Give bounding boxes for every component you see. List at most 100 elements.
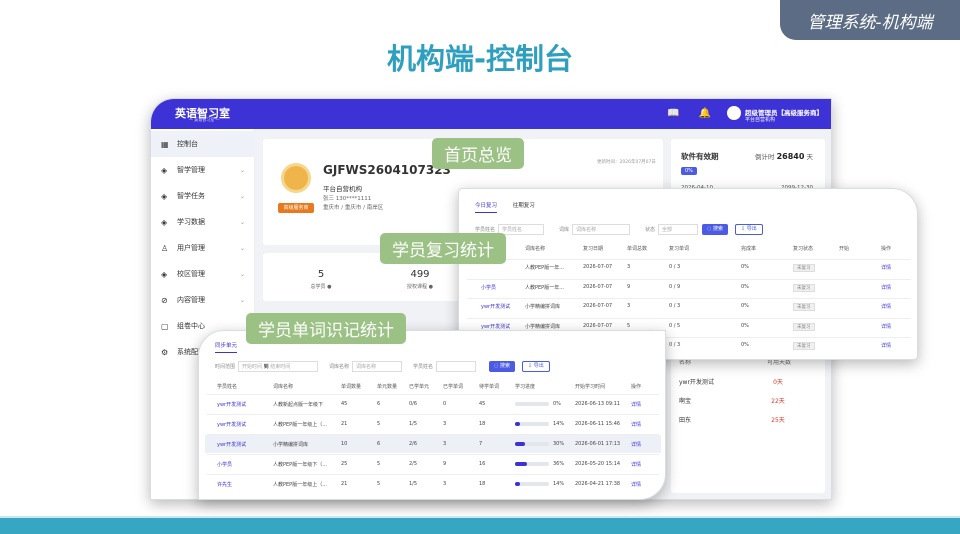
countdown-days: 26840 — [776, 152, 805, 161]
ranking-name: ywr开发测试 — [679, 379, 714, 386]
word-export-button[interactable]: ⇩ 导出 — [522, 361, 550, 372]
word-cell-student: ywr开发测试 — [217, 442, 247, 448]
sidebar-item[interactable]: ◈ 智学任务 ⌄ — [151, 183, 255, 209]
word-cell-start: 2026-06-11 15:46 — [575, 421, 621, 427]
status-select[interactable]: 全部 — [658, 224, 699, 235]
chevron-down-icon: ⌄ — [239, 218, 245, 226]
column-header: 开始 — [839, 246, 850, 252]
word-filter-time: 时间范围 开始时间 到 结束时间 — [215, 361, 319, 372]
word-cell-learned_units: 1/5 — [409, 421, 418, 427]
word-cell-learned_units: 2/5 — [409, 461, 418, 467]
sidebar-item[interactable]: ◈ 智学管理 ⌄ — [151, 157, 255, 183]
level-badge: 高级服务商 — [278, 203, 314, 213]
review-export-button[interactable]: ⇩ 导出 — [735, 224, 763, 235]
review-cell-op[interactable]: 详情 — [881, 303, 891, 310]
review-cell-op[interactable]: 详情 — [881, 284, 891, 291]
review-cell-op[interactable]: 详情 — [881, 342, 891, 349]
progress-text: 14% — [553, 481, 565, 487]
word-cell-course: 人教PEP版一年级上（... — [273, 422, 327, 428]
progress-text: 36% — [553, 461, 565, 467]
column-header: 开始学习时间 — [575, 384, 606, 390]
column-header: 已学单元 — [409, 384, 430, 390]
word-cell-op[interactable]: 详情 — [631, 461, 641, 468]
word-filter-student: 学员姓名 — [413, 361, 477, 372]
review-cell-date: 2026-07-07 — [583, 264, 613, 270]
row-divider — [207, 454, 659, 455]
word-cell-op[interactable]: 详情 — [631, 401, 641, 408]
menu-icon: ⚙ — [161, 347, 169, 357]
review-cell-op[interactable]: 详情 — [881, 264, 891, 271]
row-divider — [207, 434, 659, 435]
sidebar-item-label: 学习数据 — [177, 218, 205, 226]
license-title: 软件有效期 — [681, 152, 719, 161]
sidebar-item-label: 智学任务 — [177, 192, 205, 200]
tab-past-review[interactable]: 往期复习 — [513, 203, 535, 209]
progress-bar — [515, 422, 549, 426]
sidebar-item[interactable]: ♙ 用户管理 ⌄ — [151, 235, 255, 261]
review-cell-status: 未复习 — [793, 342, 815, 350]
ranking-days: 25天 — [771, 417, 785, 424]
start-time: 开始时间 — [242, 364, 263, 370]
word-cell-learned_units: 2/6 — [409, 441, 418, 447]
column-header: 完成率 — [741, 246, 757, 252]
review-cell-rate: 0% — [741, 264, 749, 270]
word-cell-units: 6 — [377, 401, 381, 407]
review-cell-total: 9 — [627, 283, 631, 290]
column-header: 单词数量 — [341, 384, 362, 390]
tab-sync-unit[interactable]: 同步单元 — [215, 343, 238, 353]
sidebar-item[interactable]: ⊘ 内容管理 ⌄ — [151, 287, 255, 313]
review-cell-date: 2026-07-07 — [583, 283, 613, 290]
callout-review: 学员复习统计 — [380, 233, 506, 264]
column-header: 复习状态 — [793, 246, 814, 252]
word-course-input[interactable]: 词库名称 — [352, 361, 403, 372]
student-input[interactable]: 学员姓名 — [498, 224, 545, 235]
word-cell-todo: 16 — [479, 461, 486, 467]
sidebar-item[interactable]: ◈ 学习数据 ⌄ — [151, 209, 255, 235]
word-cell-op[interactable]: 详情 — [631, 421, 641, 428]
review-cell-rate: 0% — [741, 342, 749, 348]
top-bar: 英语智习室 — 英语智习室 — 📖 🔔 ⊡ 超级管理员【高级服务商】 平台自营机… — [151, 99, 831, 129]
review-cell-total: 3 — [627, 303, 631, 309]
avatar[interactable] — [727, 106, 741, 120]
progress-text: 14% — [553, 421, 565, 427]
word-cell-student: ywr开发测试 — [217, 422, 247, 428]
review-cell-status: 未复习 — [793, 303, 815, 311]
word-cell-units: 5 — [377, 461, 381, 467]
row-divider — [207, 414, 659, 415]
word-cell-op[interactable]: 详情 — [631, 481, 641, 488]
review-cell-rate: 0% — [741, 322, 749, 329]
word-cell-course: 人教PEP版一年级上（... — [273, 482, 327, 488]
callout-overview: 首页总览 — [432, 138, 524, 169]
word-cell-words: 25 — [341, 461, 348, 467]
row-divider — [207, 394, 659, 395]
review-cell-total: 5 — [627, 322, 631, 329]
sidebar-item[interactable]: ▦ 控制台 — [151, 131, 255, 157]
course-input[interactable]: 词库名称 — [572, 224, 631, 235]
time-range-input[interactable]: 开始时间 到 结束时间 — [238, 361, 319, 372]
tab-today-review[interactable]: 今日复习 — [475, 203, 498, 213]
review-cell-rate: 0% — [741, 303, 749, 309]
stat-students-label: 总学员 ● — [310, 284, 332, 290]
word-cell-learned_words: 3 — [443, 441, 447, 447]
column-header: 单词总数 — [627, 246, 648, 252]
status-badge: 未复习 — [793, 303, 815, 311]
sidebar-item[interactable]: ◈ 校区管理 ⌄ — [151, 261, 255, 287]
org-address: 重庆市 / 重庆市 / 南岸区 — [323, 205, 384, 211]
menu-icon: ♙ — [161, 243, 169, 253]
word-cell-learned_words: 9 — [443, 461, 447, 467]
medal-icon — [281, 163, 311, 193]
review-cell-words: 0 / 3 — [669, 264, 681, 270]
review-search-button[interactable]: ◌ 搜索 — [702, 224, 728, 235]
status-badge: 未复习 — [793, 264, 815, 272]
word-table: 学员姓名 词库名称 单词数量 单元数量 已学单元 已学单词 待学单词 学习进度 开始学习时间 操作… — [199, 379, 665, 499]
review-cell-op[interactable]: 详情 — [881, 323, 891, 330]
review-filter-status: 状态 全部 — [645, 224, 699, 235]
word-cell-op[interactable]: 详情 — [631, 441, 641, 448]
word-cell-start: 2026-04-21 17:38 — [575, 481, 621, 487]
word-cell-words: 10 — [341, 441, 348, 447]
callout-words: 学员单词识记统计 — [246, 313, 406, 344]
word-student-input[interactable] — [436, 361, 477, 372]
filter-label: 词库名称 — [329, 364, 350, 370]
word-search-button[interactable]: ◌ 搜索 — [489, 361, 515, 372]
review-cell-status: 未复习 — [793, 283, 815, 292]
